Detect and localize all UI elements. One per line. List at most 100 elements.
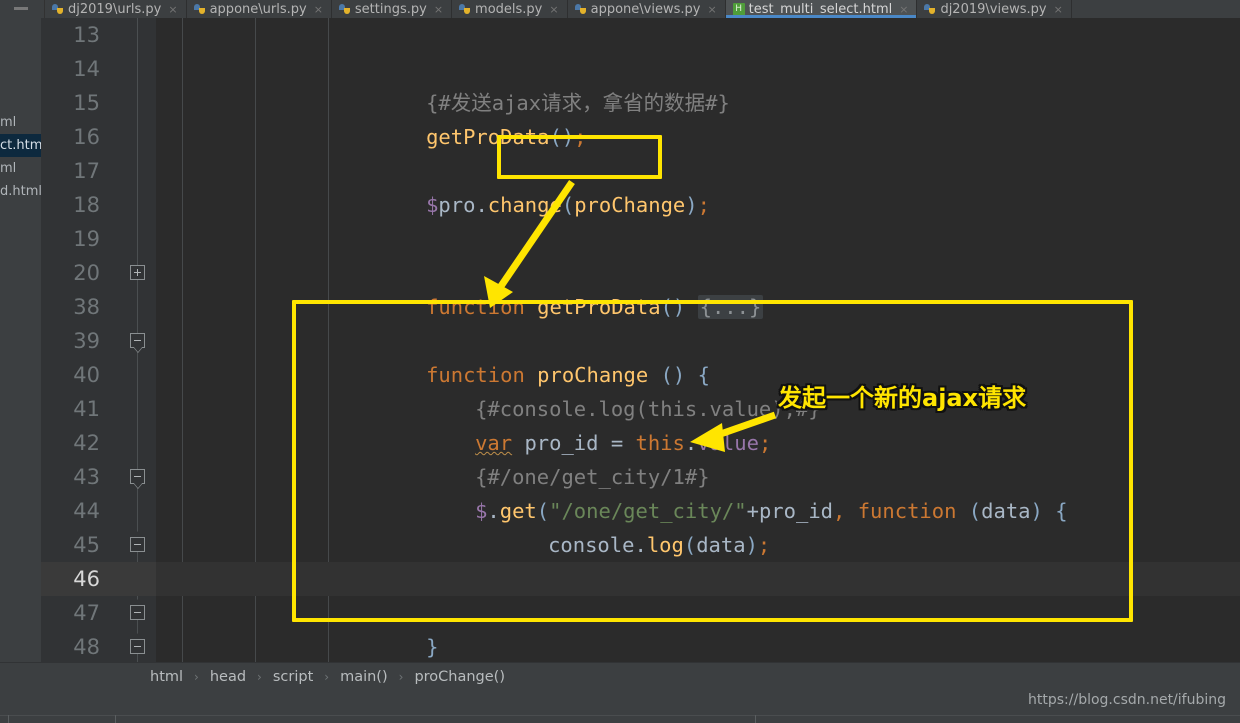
project-tree-item-0[interactable]: ml [0, 111, 41, 134]
python-file-icon [193, 3, 206, 16]
gutter-line-41[interactable]: 41 [41, 392, 156, 426]
gutter-line-15[interactable]: 15 [41, 86, 156, 120]
code-line[interactable] [156, 18, 1240, 52]
close-icon[interactable]: × [899, 3, 908, 16]
code-line[interactable]: {#/one/get_city/1#} [156, 426, 1240, 489]
editor-tab-0[interactable]: dj2019\urls.py × [45, 0, 187, 18]
line-number-gutter[interactable]: 13 14 15 16 17 18 19 20 38 39 40 41 42 43 44 45 46 47 48 [41, 18, 156, 677]
code-line[interactable]: function proChange () { [156, 324, 1240, 387]
breadcrumb-item-3[interactable]: main() [338, 669, 390, 685]
code-line[interactable]: {#发送ajax请求，拿省的数据#} [156, 52, 1240, 115]
python-file-icon [338, 3, 351, 16]
code-line-current[interactable] [156, 562, 1240, 596]
editor-tab-5[interactable]: Htest_multi_select.html × [725, 0, 918, 18]
code-line[interactable] [156, 188, 1240, 222]
breadcrumb-separator: › [194, 669, 199, 684]
breadcrumb-item-2[interactable]: script [271, 669, 315, 685]
code-line[interactable]: function getProData() {...} [156, 256, 1240, 319]
collapse-icon[interactable] [14, 7, 28, 10]
status-bar-bottom-strip [0, 715, 1240, 723]
project-tree-item-1[interactable]: ct.htm [0, 134, 41, 157]
code-content-area[interactable]: {#发送ajax请求，拿省的数据#} getProData(); $pro.ch… [156, 18, 1240, 677]
gutter-line-48[interactable]: 48 [41, 630, 156, 664]
line-number: 41 [73, 397, 100, 421]
project-tree-item-3[interactable]: d.html [0, 180, 41, 203]
fold-icon-bar [134, 544, 141, 545]
breadcrumb[interactable]: html › head › script › main() › proChange() [0, 662, 1240, 690]
breadcrumb-separator: › [398, 669, 404, 684]
code-line[interactable] [156, 222, 1240, 256]
code-line[interactable]: } [156, 630, 1240, 677]
code-line[interactable]: }); [156, 528, 1240, 591]
fold-collapse-icon[interactable] [130, 333, 145, 348]
fold-collapse-icon[interactable] [130, 599, 145, 620]
gutter-line-47[interactable]: 47 [41, 596, 156, 630]
fold-collapse-icon[interactable] [130, 531, 145, 552]
gutter-line-42[interactable]: 42 [41, 426, 156, 460]
gutter-line-19[interactable]: 19 [41, 222, 156, 256]
close-icon[interactable]: × [434, 3, 443, 16]
line-number: 17 [73, 159, 100, 183]
editor-tab-label: appone\views.py [590, 1, 701, 17]
fold-collapse-icon[interactable] [130, 633, 145, 654]
line-number: 15 [73, 91, 100, 115]
close-icon[interactable]: × [1054, 3, 1063, 16]
line-number: 39 [73, 329, 100, 353]
code-editor[interactable]: 13 14 15 16 17 18 19 20 38 39 40 41 42 43 44 45 46 47 48 {… [41, 18, 1240, 677]
line-number: 20 [73, 261, 100, 285]
tabbar-left-pad [0, 0, 45, 18]
gutter-line-17[interactable]: 17 [41, 154, 156, 188]
editor-tab-6[interactable]: dj2019\views.py × [917, 0, 1072, 18]
gutter-line-18[interactable]: 18 [41, 188, 156, 222]
python-file-icon [52, 3, 64, 16]
gutter-line-14[interactable]: 14 [41, 52, 156, 86]
gutter-line-20[interactable]: 20 [41, 256, 156, 290]
close-icon[interactable]: × [549, 3, 558, 16]
editor-tab-2[interactable]: settings.py × [331, 0, 453, 18]
status-bar-inner: https://blog.csdn.net/ifubing [0, 690, 1240, 716]
line-number: 44 [73, 499, 100, 523]
code-line[interactable]: {#console.log(this.value);#} [156, 358, 1240, 421]
status-tick [8, 715, 9, 723]
gutter-line-13[interactable]: 13 [41, 18, 156, 52]
editor-tab-bar: dj2019\urls.py × appone\urls.py × settings.p… [0, 0, 1240, 18]
line-number: 16 [73, 125, 100, 149]
project-tree-item-2[interactable]: ml [0, 157, 41, 180]
breadcrumb-separator: › [257, 669, 262, 684]
line-number: 43 [73, 465, 100, 489]
editor-tab-1[interactable]: appone\urls.py × [186, 0, 332, 18]
code-line[interactable] [156, 290, 1240, 324]
code-line[interactable] [156, 120, 1240, 154]
fold-icon-bar-vertical [137, 269, 138, 276]
code-line[interactable]: getProData(); [156, 86, 1240, 149]
code-line[interactable]: $.get("/one/get_city/"+pro_id, function … [156, 460, 1240, 523]
gutter-line-45[interactable]: 45 [41, 528, 156, 562]
code-line[interactable]: } [156, 596, 1240, 659]
close-icon[interactable]: × [168, 3, 177, 16]
python-file-icon [459, 3, 471, 16]
gutter-line-16[interactable]: 16 [41, 120, 156, 154]
fold-expand-icon[interactable] [130, 265, 145, 280]
gutter-line-43[interactable]: 43 [41, 460, 156, 494]
line-number: 38 [73, 295, 100, 319]
gutter-line-39[interactable]: 39 [41, 324, 156, 358]
gutter-line-44[interactable]: 44 [41, 494, 156, 528]
breadcrumb-item-4[interactable]: proChange() [412, 669, 507, 685]
gutter-line-46[interactable]: 46 [41, 562, 156, 596]
breadcrumb-item-1[interactable]: head [208, 669, 248, 685]
code-line[interactable]: var pro_id = this.value; [156, 392, 1240, 455]
close-icon[interactable]: × [314, 3, 323, 16]
close-icon[interactable]: × [707, 3, 716, 16]
fold-collapse-icon[interactable] [130, 469, 145, 484]
code-line[interactable]: console.log(data); [156, 494, 1240, 557]
editor-tab-4[interactable]: appone\views.py × [567, 0, 726, 18]
editor-tab-3[interactable]: models.py × [452, 0, 568, 18]
project-tree-strip[interactable]: ml ct.htm ml d.html [0, 18, 41, 677]
gutter-line-38[interactable]: 38 [41, 290, 156, 324]
gutter-line-40[interactable]: 40 [41, 358, 156, 392]
fold-icon-bar [134, 476, 141, 477]
breadcrumb-item-0[interactable]: html [148, 669, 185, 685]
code-line[interactable]: $pro.change(proChange); [156, 154, 1240, 217]
line-number: 19 [73, 227, 100, 251]
status-bar: https://blog.csdn.net/ifubing [0, 690, 1240, 723]
